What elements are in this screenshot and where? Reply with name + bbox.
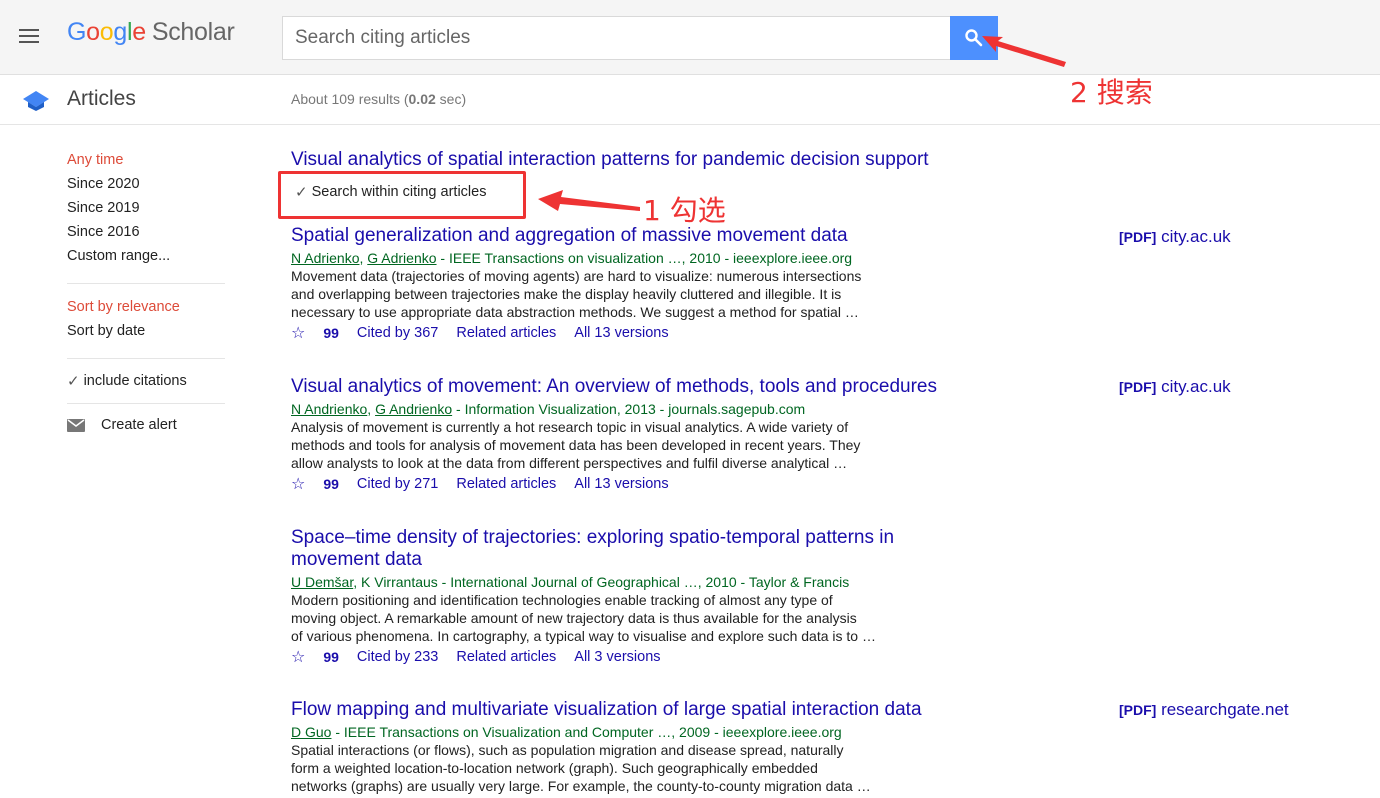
annotation-arrow-step2 xyxy=(982,36,1066,67)
annotation-arrow-step1 xyxy=(538,190,640,211)
annotation-step2-text: 2 搜索 xyxy=(1070,76,1153,109)
annotation-overlay xyxy=(538,36,1066,211)
annotation-step1-text: 1 勾选 xyxy=(643,194,726,227)
